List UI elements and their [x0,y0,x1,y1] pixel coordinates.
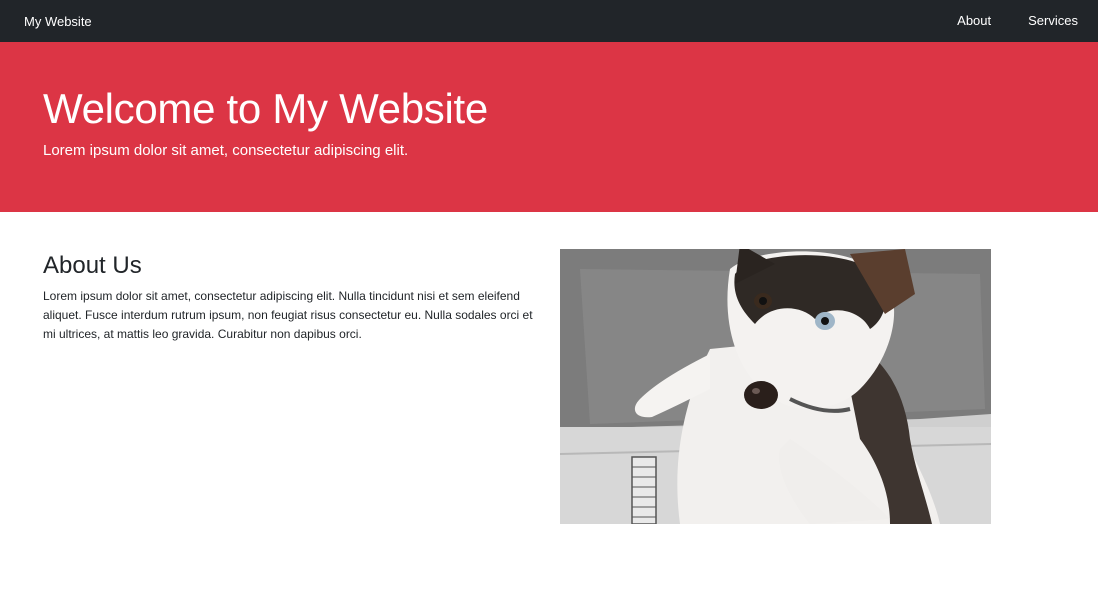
nav-link-about[interactable]: About [957,13,991,28]
hero-title: Welcome to My Website [43,85,488,132]
nav-item-about: About [957,12,991,30]
nav-item-services: Services [1028,12,1078,30]
puppy-illustration [560,249,991,524]
brand-link[interactable]: My Website [24,14,92,29]
hero-subtitle: Lorem ipsum dolor sit amet, consectetur … [43,142,409,160]
husky-puppy-photo [560,249,991,524]
hero-banner: Welcome to My Website Lorem ipsum dolor … [0,42,1098,212]
about-heading: About Us [43,252,142,279]
nav-link-services[interactable]: Services [1028,13,1078,28]
about-section: About Us Lorem ipsum dolor sit amet, con… [43,250,533,344]
top-navbar: My Website About Services [0,0,1098,42]
nav-links: About Services [957,12,1078,30]
about-body: Lorem ipsum dolor sit amet, consectetur … [43,288,533,341]
